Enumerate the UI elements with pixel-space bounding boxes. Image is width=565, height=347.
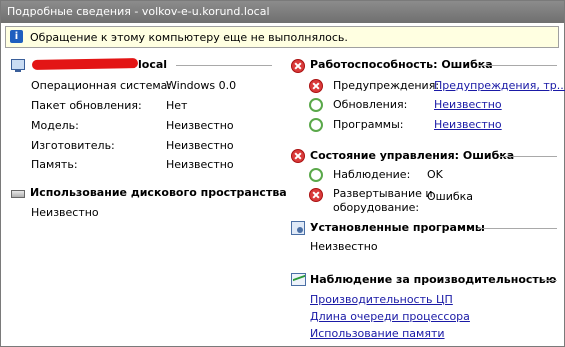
management-divider [499,156,557,157]
details-window: Подробные сведения - volkov-e-u.korund.l… [0,0,565,347]
warnings-error-icon [309,79,323,93]
monitoring-label: Наблюдение: [333,168,411,181]
management-title: Состояние управления: Ошибка [310,149,515,162]
memory-label: Память: [31,158,78,171]
manufacturer-label: Изготовитель: [31,139,115,152]
deployment-label-line2: оборудование: [333,201,420,214]
monitoring-value: OK [427,168,443,181]
manufacturer-value: Неизвестно [166,139,234,152]
health-divider [477,65,557,66]
warnings-link[interactable]: Предупреждения, тр... [434,79,565,92]
deployment-error-icon [309,188,323,202]
updates-status-icon [309,98,323,112]
management-error-icon [291,149,305,163]
installed-programs-value: Неизвестно [310,240,378,253]
disk-usage-title: Использование дискового пространства [30,186,287,199]
programs-link[interactable]: Неизвестно [434,118,502,131]
monitoring-status-icon [309,168,323,182]
cpu-performance-link[interactable]: Производительность ЦП [310,293,453,306]
window-title: Подробные сведения - volkov-e-u.korund.l… [7,5,270,18]
computer-name-suffix: local [138,58,168,71]
performance-divider [543,280,557,281]
installed-divider [477,228,557,229]
updates-link[interactable]: Неизвестно [434,98,502,111]
model-label: Модель: [31,119,79,132]
installed-programs-icon [291,221,305,235]
programs-label: Программы: [333,118,404,131]
service-pack-label: Пакет обновления: [31,99,142,112]
warnings-label: Предупреждения: [333,79,440,92]
title-bar[interactable]: Подробные сведения - volkov-e-u.korund.l… [1,1,564,23]
service-pack-value: Нет [166,99,188,112]
disk-usage-value: Неизвестно [31,206,99,219]
disk-icon [11,190,25,198]
health-title: Работоспособность: Ошибка [310,58,493,71]
os-value: Windows 0.0 [166,79,237,92]
computer-icon [11,59,25,72]
installed-programs-title: Установленные программы [310,221,485,234]
deployment-value: Ошибка [427,190,474,203]
memory-value: Неизвестно [166,158,234,171]
section-divider [176,65,272,66]
model-value: Неизвестно [166,119,234,132]
processor-queue-link[interactable]: Длина очереди процессора [310,310,470,323]
programs-status-icon [309,118,323,132]
info-icon: i [10,30,23,43]
performance-chart-icon [291,273,306,286]
redacted-name-mark [31,58,139,70]
info-bar: i Обращение к этому компьютеру еще не вы… [5,26,559,48]
info-message: Обращение к этому компьютеру еще не выпо… [30,31,348,44]
health-error-icon [291,59,305,73]
deployment-label-line1: Развертывание и [333,187,433,200]
memory-usage-link[interactable]: Использование памяти [310,327,445,340]
updates-label: Обновления: [333,98,408,111]
os-label: Операционная система: [31,79,172,92]
performance-title: Наблюдение за производительностью [310,273,557,286]
